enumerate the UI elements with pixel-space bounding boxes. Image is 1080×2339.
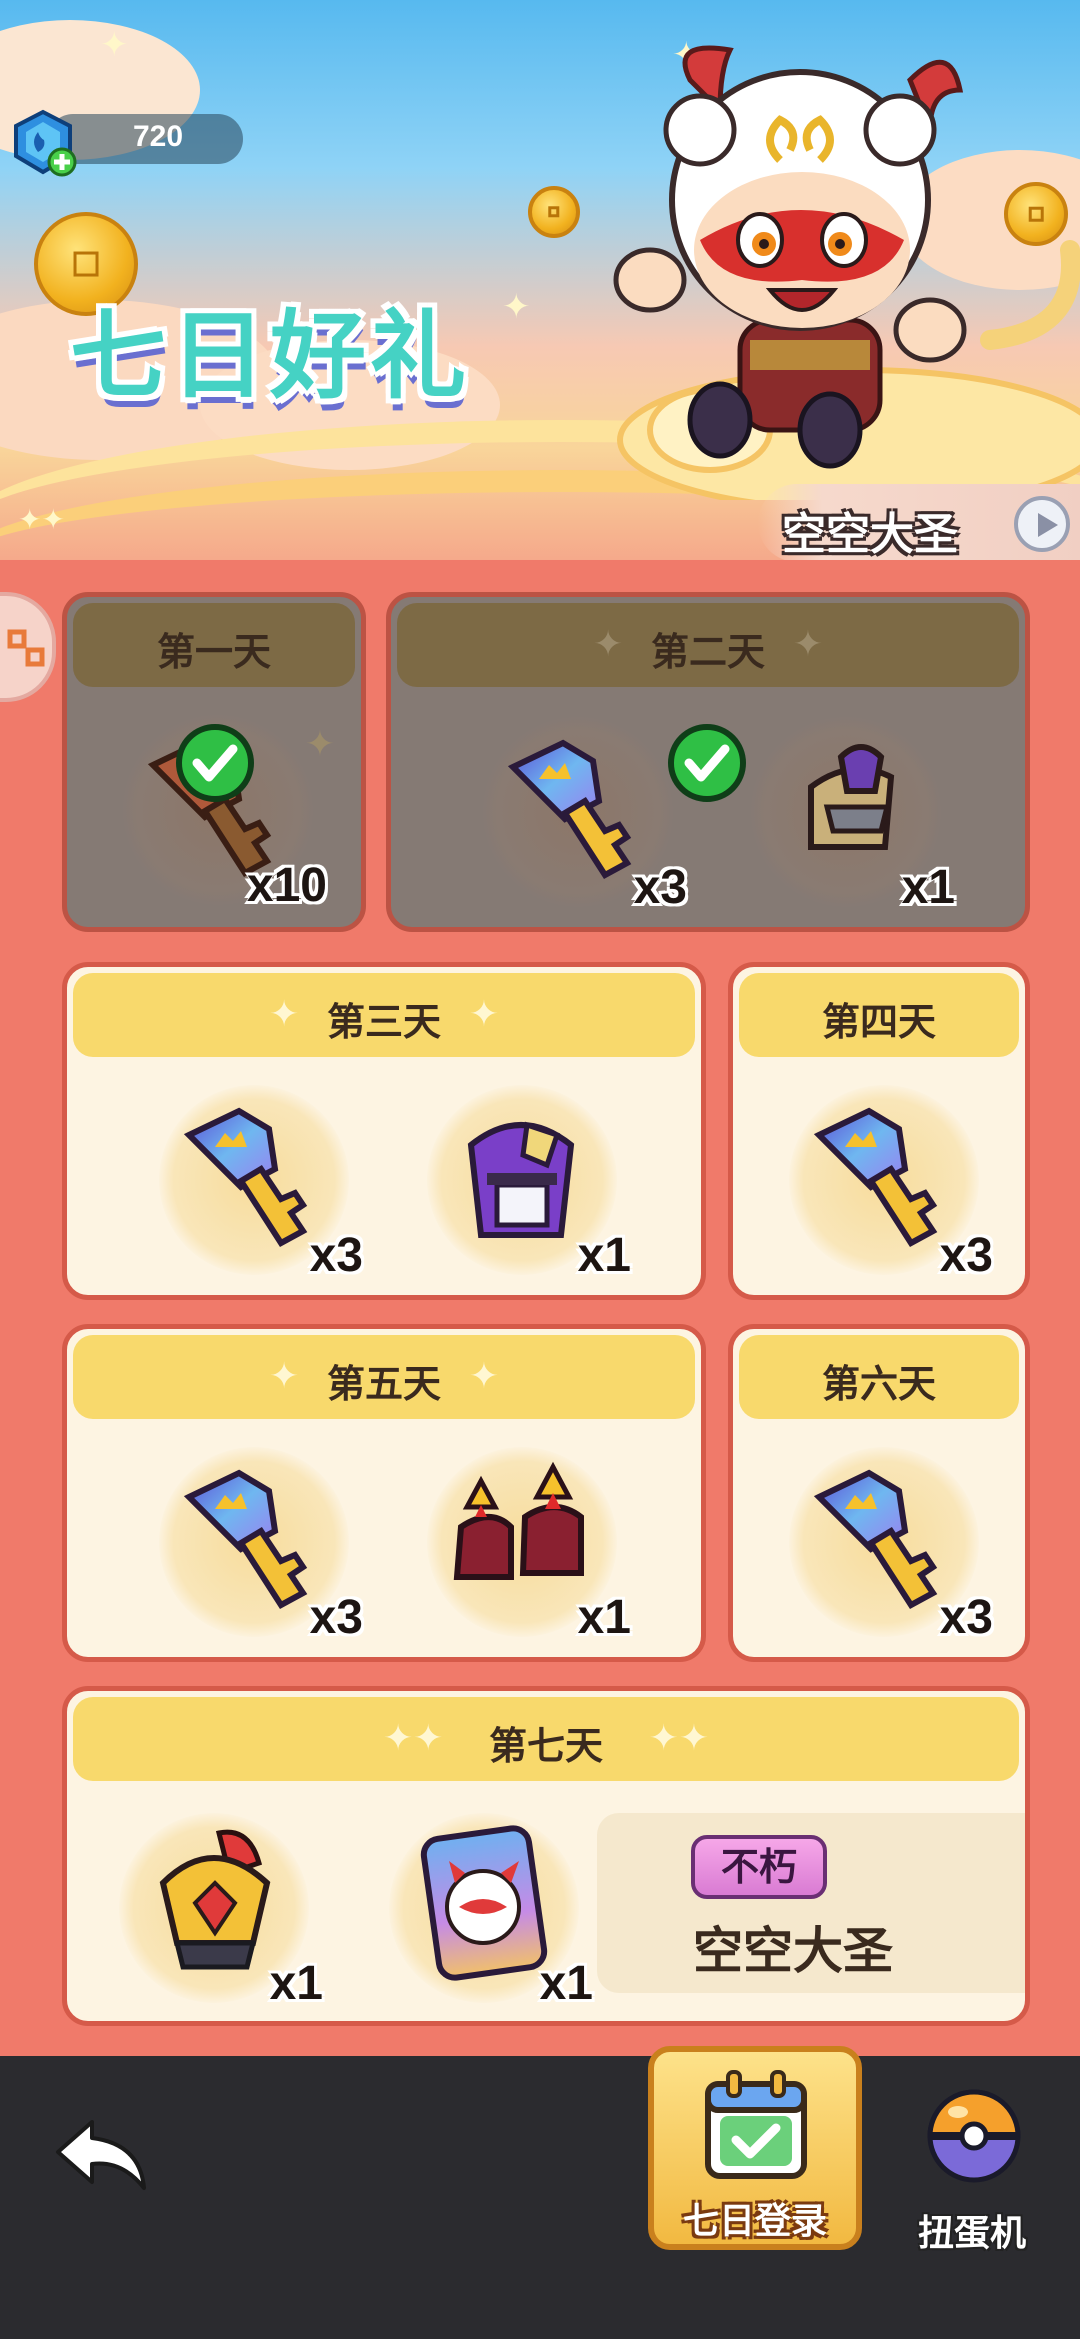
reward-item[interactable]: x3	[789, 1447, 993, 1644]
rarity-badge: 不朽	[691, 1835, 827, 1899]
gacha-ball-icon	[927, 2089, 1021, 2183]
rainbow-key-icon	[813, 1469, 938, 1609]
day-title: 第一天	[156, 630, 271, 674]
header-banner: ✦ ✦ ✦ ✦✦ 720 七日好礼	[0, 0, 1080, 560]
currency-amount: 720	[132, 120, 184, 153]
reward-item[interactable]: x1	[751, 717, 955, 914]
rainbow-key-icon	[183, 1107, 308, 1247]
page-title: 七日好礼	[70, 300, 470, 412]
item-quantity: x3	[939, 1229, 993, 1282]
golden-helmet-icon	[159, 1829, 271, 1970]
menu-glyph-icon	[7, 629, 45, 667]
sparkle-icon: ✦	[100, 25, 129, 65]
day-title: 第四天	[821, 1000, 936, 1044]
day-card-6[interactable]: 第六天 x3	[728, 1324, 1030, 1662]
day-card-3[interactable]: ✦ 第三天 ✦ x3 x1	[62, 962, 706, 1300]
day-card-2[interactable]: ✦ 第二天 ✦ x3 x1	[386, 592, 1030, 932]
reward-item[interactable]: x3	[159, 1447, 363, 1644]
item-quantity: x3	[633, 861, 687, 914]
reward-item[interactable]: x3	[483, 717, 687, 914]
play-icon[interactable]	[1014, 496, 1070, 552]
reward-item[interactable]: x1	[427, 1447, 631, 1644]
back-arrow-icon[interactable]	[52, 2112, 152, 2202]
day-card-1[interactable]: 第一天 ✦ x10	[62, 592, 366, 932]
day-title: 第二天	[650, 630, 765, 674]
bottom-nav-bar: 七日登录 扭蛋机	[0, 2046, 1080, 2339]
tab-gacha-machine[interactable]: 扭蛋机	[896, 2086, 1048, 2256]
side-menu-tab[interactable]	[0, 592, 56, 702]
hero-card-icon	[420, 1825, 548, 1981]
rainbow-key-icon	[507, 739, 632, 879]
day-card-header: 第四天	[739, 973, 1019, 1057]
item-quantity: x1	[269, 1957, 323, 2010]
reward-item[interactable]: x1	[389, 1813, 593, 2010]
sparkle-icon: ✦	[502, 287, 531, 327]
item-quantity: x3	[939, 1591, 993, 1644]
reward-item[interactable]: x3	[159, 1085, 363, 1282]
reward-item[interactable]: x1	[427, 1085, 631, 1282]
day-card-header: 第一天	[73, 603, 355, 687]
day-title: 第三天	[326, 1000, 441, 1044]
boots-icon	[453, 1461, 584, 1580]
item-quantity: x3	[309, 1229, 363, 1282]
day-title: 第七天	[488, 1724, 603, 1768]
tab-label: 扭蛋机	[917, 2213, 1026, 2254]
armor-icon	[467, 1121, 575, 1238]
day-card-header: ✦ 第二天 ✦	[397, 603, 1019, 687]
day-card-header: ✦ 第三天 ✦	[73, 973, 695, 1057]
claimed-check-icon	[176, 724, 254, 802]
day-card-5[interactable]: ✦ 第五天 ✦ x3 x1	[62, 1324, 706, 1662]
sparkle-icon: ✦	[468, 994, 499, 1035]
day-card-header: ✦✦ 第七天 ✦✦	[73, 1697, 1019, 1781]
rainbow-key-icon	[183, 1469, 308, 1609]
currency-display: 720	[8, 108, 243, 177]
day-card-7[interactable]: ✦✦ 第七天 ✦✦ 不朽 空空大圣 x1 x1	[62, 1686, 1030, 2026]
calendar-check-icon	[705, 2070, 807, 2179]
sparkle-icon: ✦	[468, 1356, 499, 1397]
day-card-4[interactable]: 第四天 x3	[728, 962, 1030, 1300]
monkey-king-character	[613, 45, 1080, 500]
claimed-check-icon	[668, 724, 746, 802]
hero-preview-label: 空空大圣	[782, 509, 958, 560]
item-quantity: x10	[246, 859, 327, 912]
item-quantity: x1	[577, 1229, 631, 1282]
day-title: 第六天	[821, 1362, 936, 1406]
tab-label: 七日登录	[682, 2201, 827, 2242]
hero-reward-panel[interactable]: 不朽 空空大圣	[597, 1813, 1025, 1993]
day-card-header: 第六天	[739, 1335, 1019, 1419]
helmet-icon	[808, 744, 895, 850]
rainbow-key-icon	[813, 1107, 938, 1247]
day-title: 第五天	[326, 1362, 441, 1406]
item-quantity: x1	[539, 1957, 593, 2010]
hero-preview-chip[interactable]: 空空大圣	[758, 484, 1080, 560]
sparkle-icon: ✦	[792, 624, 823, 665]
day-card-header: ✦ 第五天 ✦	[73, 1335, 695, 1419]
blue-gem-icon[interactable]	[8, 108, 78, 178]
reward-item[interactable]: x1	[119, 1813, 323, 2010]
item-quantity: x3	[309, 1591, 363, 1644]
reward-hero-name: 空空大圣	[693, 1922, 893, 1980]
reward-item[interactable]: x3	[789, 1085, 993, 1282]
item-quantity: x1	[901, 861, 955, 914]
sparkle-icon: ✦✦	[18, 503, 65, 536]
tab-seven-day-login[interactable]: 七日登录	[648, 2046, 862, 2250]
sparkle-icon: ✦✦	[648, 1718, 709, 1759]
item-quantity: x1	[577, 1591, 631, 1644]
